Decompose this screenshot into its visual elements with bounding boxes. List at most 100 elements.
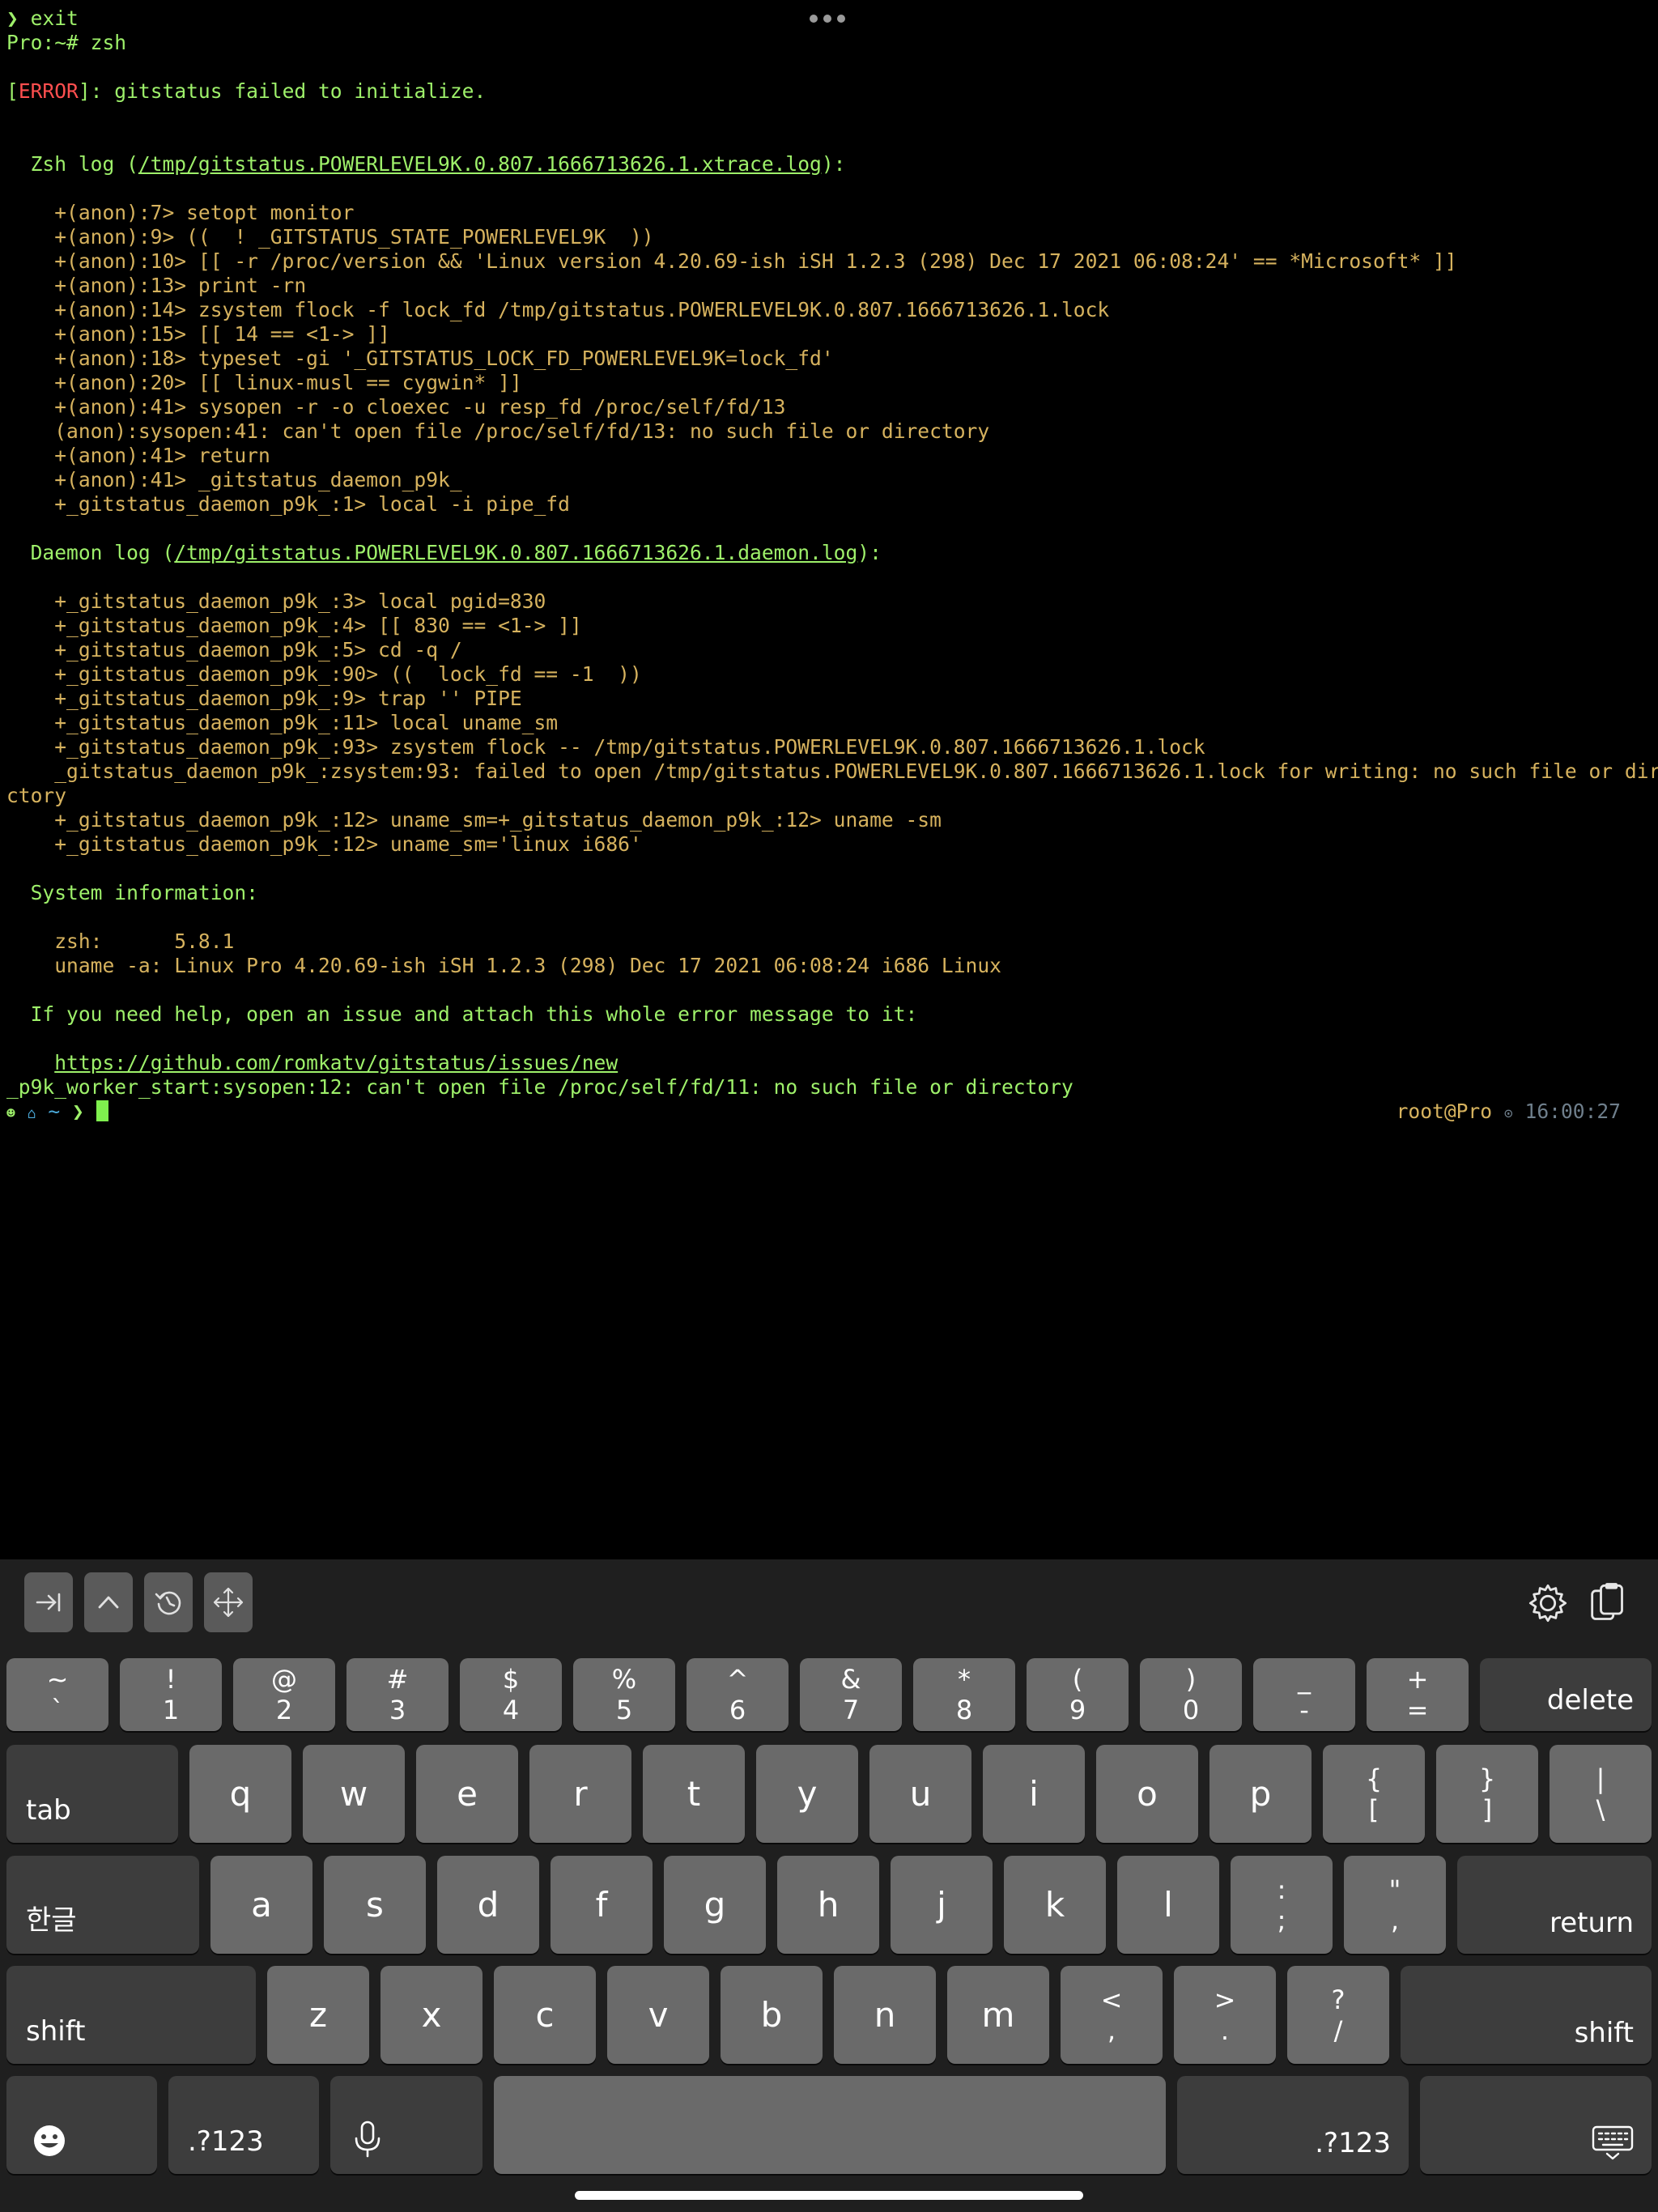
emoji-key[interactable] bbox=[6, 2076, 157, 2174]
tab-key-button[interactable] bbox=[24, 1572, 73, 1632]
key-label: q bbox=[229, 1774, 252, 1814]
dismiss-keyboard-key[interactable] bbox=[1420, 2076, 1652, 2174]
key-4[interactable]: $4 bbox=[460, 1658, 562, 1731]
key-slash[interactable]: ? / bbox=[1287, 1966, 1389, 2064]
key-backslash[interactable]: | \ bbox=[1550, 1745, 1652, 1843]
key-5[interactable]: % 5 bbox=[573, 1658, 675, 1731]
xtrace-line: +(anon):7> setopt monitor bbox=[6, 201, 355, 224]
key-shift-label: % bbox=[611, 1664, 637, 1695]
key-y[interactable]: y bbox=[756, 1745, 858, 1843]
key-f[interactable]: f bbox=[551, 1856, 653, 1954]
key-p[interactable]: p bbox=[1209, 1745, 1312, 1843]
key-shift-label: _ bbox=[1298, 1664, 1311, 1695]
key-9[interactable]: (9 bbox=[1027, 1658, 1129, 1731]
xtrace-line: +(anon):41> _gitstatus_daemon_p9k_ bbox=[6, 468, 462, 491]
key-label: 3 bbox=[389, 1695, 406, 1725]
key-n[interactable]: n bbox=[834, 1966, 936, 2064]
tab-key[interactable]: tab bbox=[6, 1745, 178, 1843]
key-shift-label: + bbox=[1406, 1664, 1429, 1695]
key-8[interactable]: * 8 bbox=[913, 1658, 1015, 1731]
microphone-icon bbox=[355, 2121, 380, 2158]
key-equals[interactable]: + = bbox=[1367, 1658, 1469, 1731]
key-m[interactable]: m bbox=[947, 1966, 1049, 2064]
paste-button[interactable] bbox=[1584, 1580, 1629, 1626]
system-info-line: zsh: 5.8.1 bbox=[6, 929, 235, 953]
key-k[interactable]: k bbox=[1004, 1856, 1106, 1954]
terminal-view[interactable]: ❯ exit Pro:~# zsh [ERROR]: gitstatus fai… bbox=[0, 0, 1658, 1559]
key-shift-label: @ bbox=[271, 1664, 297, 1695]
key-2[interactable]: @2 bbox=[233, 1658, 335, 1731]
key-o[interactable]: o bbox=[1096, 1745, 1198, 1843]
delete-key[interactable]: delete bbox=[1480, 1658, 1652, 1731]
key-close-bracket[interactable]: }] bbox=[1436, 1745, 1538, 1843]
key-u[interactable]: u bbox=[869, 1745, 971, 1843]
key-1[interactable]: ! 1 bbox=[120, 1658, 222, 1731]
right-shift-key[interactable]: shift bbox=[1401, 1966, 1652, 2064]
return-key[interactable]: return bbox=[1457, 1856, 1652, 1954]
language-key[interactable]: 한글 bbox=[6, 1856, 199, 1954]
key-w[interactable]: w bbox=[303, 1745, 405, 1843]
error-label: ERROR bbox=[18, 79, 79, 103]
caret-up-icon bbox=[98, 1596, 119, 1609]
numbers-key-left[interactable]: .?123 bbox=[168, 2076, 319, 2174]
daemon-line: +_gitstatus_daemon_p9k_:3> local pgid=83… bbox=[6, 589, 546, 613]
numbers-key-right[interactable]: .?123 bbox=[1177, 2076, 1409, 2174]
key-label: w bbox=[339, 1774, 368, 1814]
emoji-smiley-icon bbox=[34, 2125, 65, 2156]
key-minus[interactable]: _ - bbox=[1253, 1658, 1355, 1731]
issues-link[interactable]: https://github.com/romkatv/gitstatus/iss… bbox=[54, 1051, 618, 1074]
escape-key-button[interactable] bbox=[144, 1572, 193, 1632]
left-shift-key[interactable]: shift bbox=[6, 1966, 256, 2064]
key-s[interactable]: s bbox=[324, 1856, 426, 1954]
terminal-line: ❯ exit bbox=[6, 6, 79, 30]
key-7[interactable]: & 7 bbox=[800, 1658, 902, 1731]
key-backtick[interactable]: ~ ` bbox=[6, 1658, 108, 1731]
xtrace-log-link[interactable]: /tmp/gitstatus.POWERLEVEL9K.0.807.166671… bbox=[138, 152, 822, 176]
key-v[interactable]: v bbox=[607, 1966, 709, 2064]
prompt-line[interactable]: ☻ ⌂ ~ ❯ bbox=[6, 1100, 108, 1124]
key-g[interactable]: g bbox=[664, 1856, 766, 1954]
zsh-log-heading: Zsh log (/tmp/gitstatus.POWERLEVEL9K.0.8… bbox=[6, 152, 846, 177]
settings-button[interactable] bbox=[1525, 1580, 1571, 1626]
key-label: 8 bbox=[955, 1695, 973, 1725]
history-icon bbox=[155, 1591, 181, 1615]
key-d[interactable]: d bbox=[437, 1856, 539, 1954]
key-open-bracket[interactable]: {[ bbox=[1323, 1745, 1425, 1843]
numbers-label: .?123 bbox=[188, 2125, 264, 2158]
key-z[interactable]: z bbox=[267, 1966, 369, 2064]
control-key-button[interactable] bbox=[84, 1572, 133, 1632]
key-6[interactable]: ^ 6 bbox=[687, 1658, 789, 1731]
key-b[interactable]: b bbox=[721, 1966, 823, 2064]
key-0[interactable]: ) 0 bbox=[1140, 1658, 1242, 1731]
dictation-key[interactable] bbox=[330, 2076, 483, 2174]
home-indicator[interactable] bbox=[575, 2191, 1083, 2200]
daemon-line-wrap: ctory bbox=[6, 784, 67, 807]
key-e[interactable]: e bbox=[416, 1745, 518, 1843]
key-label: c bbox=[535, 1995, 555, 2035]
language-label: 한글 bbox=[26, 1904, 77, 1937]
key-3[interactable]: #3 bbox=[346, 1658, 449, 1731]
daemon-log-link[interactable]: /tmp/gitstatus.POWERLEVEL9K.0.807.166671… bbox=[174, 541, 857, 564]
key-semicolon[interactable]: :; bbox=[1231, 1856, 1333, 1954]
key-t[interactable]: t bbox=[643, 1745, 745, 1843]
key-i[interactable]: i bbox=[983, 1745, 1085, 1843]
key-l[interactable]: l bbox=[1117, 1856, 1219, 1954]
key-j[interactable]: j bbox=[891, 1856, 993, 1954]
key-h[interactable]: h bbox=[777, 1856, 879, 1954]
space-bar[interactable] bbox=[494, 2076, 1166, 2174]
key-x[interactable]: x bbox=[380, 1966, 483, 2064]
key-q[interactable]: q bbox=[189, 1745, 291, 1843]
arrow-keys-button[interactable] bbox=[204, 1572, 253, 1632]
key-a[interactable]: a bbox=[210, 1856, 312, 1954]
key-c[interactable]: c bbox=[494, 1966, 596, 2064]
gear-icon bbox=[1528, 1584, 1567, 1623]
key-comma[interactable]: <, bbox=[1061, 1966, 1163, 2064]
key-quote[interactable]: ", bbox=[1344, 1856, 1446, 1954]
right-prompt: root@Pro ⊙ 16:00:27 bbox=[1397, 1100, 1621, 1124]
key-period[interactable]: >. bbox=[1174, 1966, 1276, 2064]
more-options-icon[interactable] bbox=[810, 15, 847, 24]
key-shift-label: ^ bbox=[726, 1664, 749, 1695]
tab-label: tab bbox=[26, 1794, 71, 1827]
key-label: \ bbox=[1596, 1793, 1605, 1825]
key-r[interactable]: r bbox=[529, 1745, 631, 1843]
